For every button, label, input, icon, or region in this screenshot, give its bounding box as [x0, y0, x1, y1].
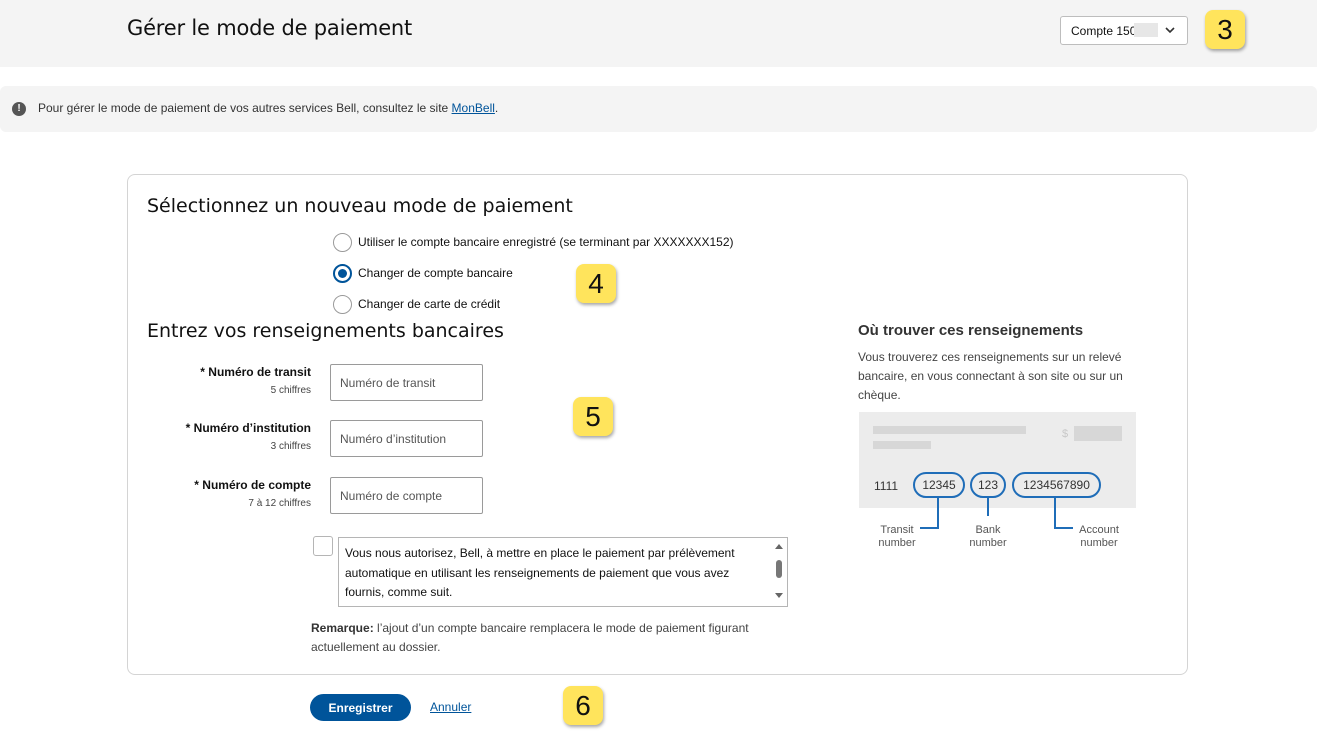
transit-hint: 5 chiffres: [270, 385, 311, 396]
authorization-checkbox[interactable]: [313, 536, 333, 556]
account-number-input[interactable]: [330, 477, 483, 514]
terms-text: Vous nous autorisez, Bell, à mettre en p…: [345, 546, 735, 599]
save-button[interactable]: Enregistrer: [310, 694, 411, 721]
radio-button[interactable]: [333, 295, 352, 314]
bank-info-heading: Entrez vos renseignements bancaires: [147, 320, 504, 342]
remark-note: Remarque: l’ajout d’un compte bancaire r…: [311, 619, 791, 657]
cheque-line: [873, 426, 1026, 434]
cheque-line: [873, 441, 931, 449]
payment-method-heading: Sélectionnez un nouveau mode de paiement: [147, 195, 573, 217]
account-caption-line-2: number: [1080, 537, 1118, 549]
institution-label: * Numéro d’institution: [185, 421, 311, 435]
account-select-label: Compte 150: [1071, 24, 1137, 38]
transit-number-pill: 12345: [913, 472, 965, 498]
step-badge-3: 3: [1205, 10, 1245, 49]
radio-button[interactable]: [333, 233, 352, 252]
step-badge-6: 6: [563, 686, 603, 725]
radio-button-selected[interactable]: [333, 264, 352, 283]
notice-text: Pour gérer le mode de paiement de vos au…: [38, 101, 498, 115]
help-title: Où trouver ces renseignements: [858, 322, 1084, 339]
bank-caption-line-2: number: [969, 537, 1007, 549]
cancel-link[interactable]: Annuler: [430, 700, 471, 714]
scrollbar-thumb[interactable]: [776, 560, 782, 578]
cheque-dollar-sign: $: [1062, 428, 1069, 440]
scroll-down-arrow-icon[interactable]: [775, 593, 783, 598]
institution-hint: 3 chiffres: [270, 441, 311, 452]
scroll-up-arrow-icon[interactable]: [775, 544, 783, 549]
cheque-illustration: $ 1111 12345 123 1234567890: [859, 412, 1136, 508]
info-circle-icon: !: [12, 102, 26, 116]
transit-caption-line-2: number: [878, 537, 916, 549]
help-text: Vous trouverez ces renseignements sur un…: [858, 350, 1123, 402]
account-hint: 7 à 12 chiffres: [248, 498, 311, 509]
monbell-link[interactable]: MonBell: [452, 101, 495, 115]
institution-number-input[interactable]: [330, 420, 483, 457]
bank-leader-line: [987, 496, 989, 516]
bank-caption-line-1: Bank: [975, 524, 1001, 536]
cheque-amount-box: [1074, 426, 1122, 441]
account-leader-line: [1054, 496, 1056, 528]
transit-caption: Transit number: [870, 524, 924, 550]
radio-label: Utiliser le compte bancaire enregistré (…: [358, 235, 734, 249]
account-leader-line: [1054, 527, 1073, 529]
bank-caption: Bank number: [962, 524, 1014, 550]
step-badge-4: 4: [576, 264, 616, 303]
transit-caption-line-1: Transit: [880, 524, 914, 536]
account-label: * Numéro de compte: [194, 478, 311, 492]
notice-end: .: [494, 101, 499, 115]
remark-text: l’ajout d’un compte bancaire remplacera …: [311, 621, 749, 654]
radio-label: Changer de carte de crédit: [358, 297, 501, 311]
step-badge-5: 5: [573, 397, 613, 436]
remark-label: Remarque:: [311, 621, 374, 635]
page-title: Gérer le mode de paiement: [127, 16, 413, 40]
account-caption-line-1: Account: [1079, 524, 1119, 536]
cheque-number: 1111: [874, 479, 899, 493]
transit-number-input[interactable]: [330, 364, 483, 401]
chevron-down-icon[interactable]: [1164, 24, 1176, 36]
bank-number-pill: 123: [970, 472, 1006, 498]
radio-label: Changer de compte bancaire: [358, 266, 513, 280]
transit-leader-line: [937, 496, 939, 528]
terms-scrollbox[interactable]: Vous nous autorisez, Bell, à mettre en p…: [338, 537, 788, 607]
account-number-pill: 1234567890: [1012, 472, 1101, 498]
account-caption: Account number: [1073, 524, 1125, 550]
transit-label: * Numéro de transit: [200, 365, 311, 379]
account-number-mask: [1134, 23, 1158, 37]
notice-message: Pour gérer le mode de paiement de vos au…: [38, 101, 452, 115]
